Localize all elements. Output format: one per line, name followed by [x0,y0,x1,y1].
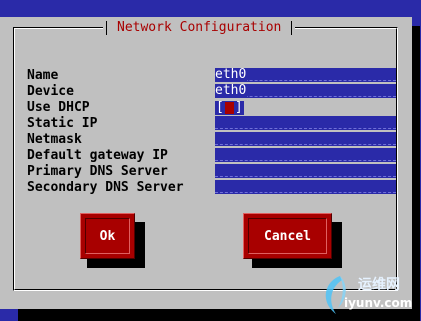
field-labels: Name Device Use DHCP Static IP Netmask D… [27,68,184,196]
name-field[interactable]: eth0 [215,68,396,82]
secondary-dns-field[interactable] [215,180,396,194]
primary-dns-field[interactable] [215,164,396,178]
terminal-screen: Network Configuration Name Device Use DH… [0,0,421,321]
watermark: 运维网 iyunv.com [318,272,418,318]
label-device: Device [27,84,74,99]
dialog-title: Network Configuration [117,20,282,35]
watermark-url-text: iyunv.com [344,296,413,310]
label-use-dhcp: Use DHCP [27,100,90,115]
label-static-ip: Static IP [27,116,98,131]
name-value: eth0 [215,67,248,82]
watermark-cn-text: 运维网 [358,277,400,293]
device-value: eth0 [215,83,248,98]
label-primary-dns: Primary DNS Server [27,164,168,179]
ok-button[interactable]: Ok [80,213,135,259]
label-default-gateway: Default gateway IP [27,148,168,163]
netmask-field[interactable] [215,132,396,146]
cancel-button-label: Cancel [264,228,311,244]
field-inputs: eth0 eth0 [ ] [215,68,396,196]
ok-button-label: Ok [99,228,116,244]
static-ip-field[interactable] [215,116,396,130]
label-secondary-dns: Secondary DNS Server [27,180,184,195]
cancel-button[interactable]: Cancel [243,213,332,259]
device-field[interactable]: eth0 [215,84,396,98]
default-gateway-field[interactable] [215,148,396,162]
label-netmask: Netmask [27,132,82,147]
dialog-title-wrap: Network Configuration [103,20,296,36]
label-name: Name [27,68,59,83]
